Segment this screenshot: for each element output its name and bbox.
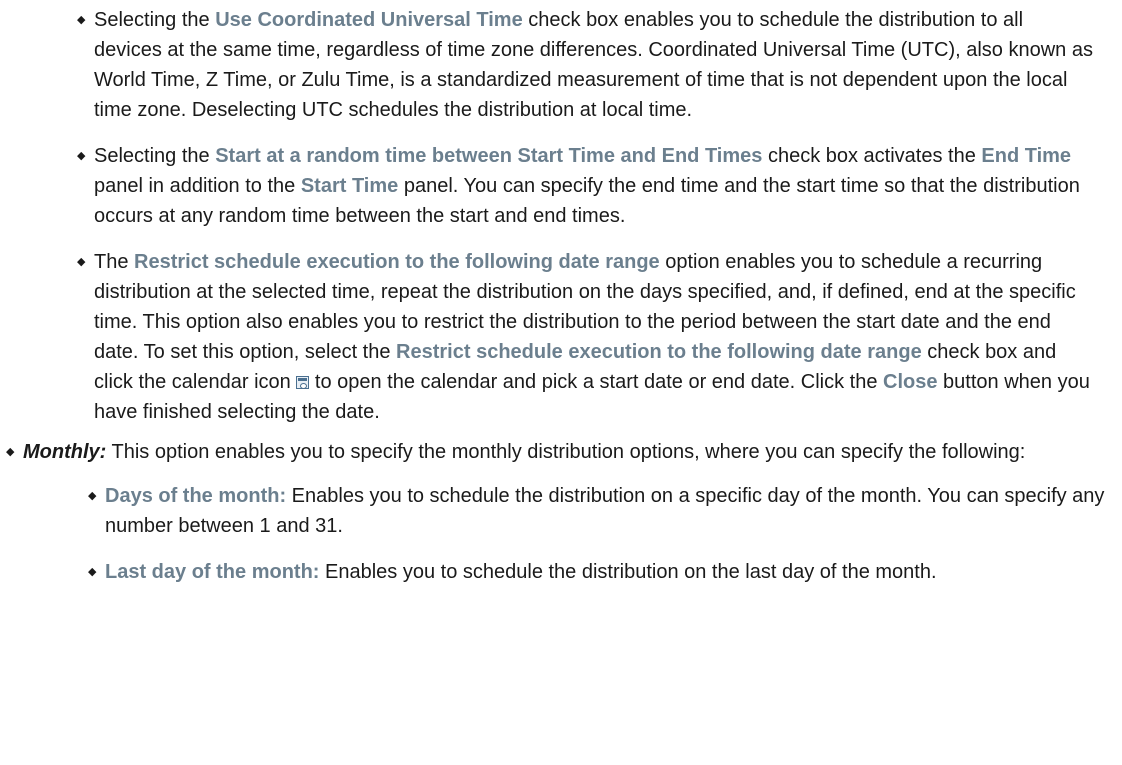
ui-label-close: Close xyxy=(883,371,938,393)
item-text: Selecting the xyxy=(94,145,216,167)
bullet-icon: ◆ xyxy=(88,490,97,502)
ui-label-days-of-month: Days of the month: xyxy=(105,485,287,507)
item-text: Selecting the xyxy=(94,9,216,31)
ui-label-restrict-schedule: Restrict schedule execution to the follo… xyxy=(134,251,660,273)
item-text: check box activates the xyxy=(762,145,982,167)
bullet-icon: ◆ xyxy=(77,150,86,162)
document-body: ◆ Selecting the Use Coordinated Universa… xyxy=(0,0,1122,587)
monthly-options-list: ◆ Days of the month: Enables you to sche… xyxy=(88,481,1113,587)
ui-label-start-time: Start Time xyxy=(300,175,399,197)
list-item-monthly: ◆ Monthly: This option enables you to sp… xyxy=(6,437,1113,587)
list-item-days-of-month: ◆ Days of the month: Enables you to sche… xyxy=(88,481,1105,541)
ui-label-end-time: End Time xyxy=(981,145,1072,167)
bullet-icon: ◆ xyxy=(77,256,86,268)
daily-options-list: ◆ Selecting the Use Coordinated Universa… xyxy=(77,0,1122,427)
ui-label-restrict-schedule: Restrict schedule execution to the follo… xyxy=(396,341,922,363)
calendar-icon xyxy=(296,376,310,389)
item-text: to open the calendar and pick a start da… xyxy=(309,371,884,393)
list-item-random-time: ◆ Selecting the Start at a random time b… xyxy=(77,141,1094,231)
item-text: The xyxy=(94,251,135,273)
list-item-restrict-date-range: ◆ The Restrict schedule execution to the… xyxy=(77,247,1099,427)
bullet-icon: ◆ xyxy=(77,14,86,26)
ui-label-last-day-of-month: Last day of the month: xyxy=(105,561,320,583)
bullet-icon: ◆ xyxy=(6,446,15,458)
ui-label-use-utc: Use Coordinated Universal Time xyxy=(215,9,523,31)
bullet-icon: ◆ xyxy=(88,566,97,578)
item-text: Enables you to schedule the distribution… xyxy=(319,561,937,583)
item-text: panel in addition to the xyxy=(94,175,301,197)
ui-label-random-time: Start at a random time between Start Tim… xyxy=(215,145,763,167)
schedule-types-list: ◆ Monthly: This option enables you to sp… xyxy=(6,437,1122,587)
list-item-utc: ◆ Selecting the Use Coordinated Universa… xyxy=(77,5,1094,125)
item-text: This option enables you to specify the m… xyxy=(106,441,1026,463)
term-monthly: Monthly: xyxy=(23,441,107,463)
list-item-last-day-of-month: ◆ Last day of the month: Enables you to … xyxy=(88,557,1105,587)
